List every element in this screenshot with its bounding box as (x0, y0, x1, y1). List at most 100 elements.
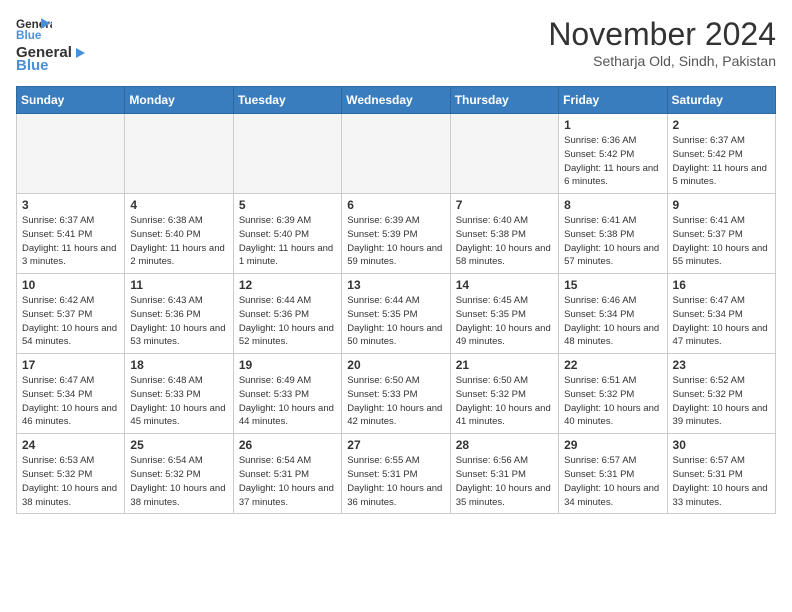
calendar-day-cell: 3 Sunrise: 6:37 AM Sunset: 5:41 PM Daylig… (17, 194, 125, 274)
day-number: 29 (564, 438, 661, 452)
day-info: Sunrise: 6:40 AM Sunset: 5:38 PM Dayligh… (456, 214, 553, 269)
day-info: Sunrise: 6:54 AM Sunset: 5:32 PM Dayligh… (130, 454, 227, 509)
day-number: 13 (347, 278, 444, 292)
calendar-day-cell: 6 Sunrise: 6:39 AM Sunset: 5:39 PM Daylig… (342, 194, 450, 274)
day-info: Sunrise: 6:57 AM Sunset: 5:31 PM Dayligh… (673, 454, 770, 509)
day-info: Sunrise: 6:53 AM Sunset: 5:32 PM Dayligh… (22, 454, 119, 509)
calendar-day-cell: 20 Sunrise: 6:50 AM Sunset: 5:33 PM Dayli… (342, 354, 450, 434)
day-number: 10 (22, 278, 119, 292)
weekday-header-row: SundayMondayTuesdayWednesdayThursdayFrid… (17, 87, 776, 114)
calendar-day-cell: 30Sunrise: 6:57 AM Sunset: 5:31 PM Dayli… (667, 434, 775, 514)
day-info: Sunrise: 6:38 AM Sunset: 5:40 PM Dayligh… (130, 214, 227, 269)
day-info: Sunrise: 6:51 AM Sunset: 5:32 PM Dayligh… (564, 374, 661, 429)
calendar-day-cell: 2 Sunrise: 6:37 AM Sunset: 5:42 PM Daylig… (667, 114, 775, 194)
weekday-header-sunday: Sunday (17, 87, 125, 114)
calendar-day-cell: 21 Sunrise: 6:50 AM Sunset: 5:32 PM Dayli… (450, 354, 558, 434)
day-info: Sunrise: 6:52 AM Sunset: 5:32 PM Dayligh… (673, 374, 770, 429)
calendar-day-cell: 5 Sunrise: 6:39 AM Sunset: 5:40 PM Daylig… (233, 194, 341, 274)
day-info: Sunrise: 6:56 AM Sunset: 5:31 PM Dayligh… (456, 454, 553, 509)
calendar-day-cell: 11Sunrise: 6:43 AM Sunset: 5:36 PM Dayli… (125, 274, 233, 354)
weekday-header-wednesday: Wednesday (342, 87, 450, 114)
day-number: 19 (239, 358, 336, 372)
day-number: 16 (673, 278, 770, 292)
day-number: 6 (347, 198, 444, 212)
calendar-week-row: 24 Sunrise: 6:53 AM Sunset: 5:32 PM Dayli… (17, 434, 776, 514)
calendar-week-row: 10 Sunrise: 6:42 AM Sunset: 5:37 PM Dayli… (17, 274, 776, 354)
calendar-day-cell: 18 Sunrise: 6:48 AM Sunset: 5:33 PM Dayli… (125, 354, 233, 434)
calendar-week-row: 1 Sunrise: 6:36 AM Sunset: 5:42 PM Daylig… (17, 114, 776, 194)
calendar-day-cell: 28 Sunrise: 6:56 AM Sunset: 5:31 PM Dayli… (450, 434, 558, 514)
weekday-header-friday: Friday (559, 87, 667, 114)
day-number: 14 (456, 278, 553, 292)
day-number: 15 (564, 278, 661, 292)
day-number: 3 (22, 198, 119, 212)
day-info: Sunrise: 6:37 AM Sunset: 5:41 PM Dayligh… (22, 214, 119, 269)
logo-arrow-icon (73, 46, 87, 60)
day-number: 21 (456, 358, 553, 372)
day-info: Sunrise: 6:42 AM Sunset: 5:37 PM Dayligh… (22, 294, 119, 349)
day-number: 26 (239, 438, 336, 452)
calendar-day-cell (233, 114, 341, 194)
day-number: 24 (22, 438, 119, 452)
calendar-day-cell: 17Sunrise: 6:47 AM Sunset: 5:34 PM Dayli… (17, 354, 125, 434)
weekday-header-monday: Monday (125, 87, 233, 114)
calendar-day-cell: 13 Sunrise: 6:44 AM Sunset: 5:35 PM Dayli… (342, 274, 450, 354)
day-number: 22 (564, 358, 661, 372)
day-info: Sunrise: 6:37 AM Sunset: 5:42 PM Dayligh… (673, 134, 770, 189)
day-number: 17 (22, 358, 119, 372)
calendar-day-cell: 19 Sunrise: 6:49 AM Sunset: 5:33 PM Dayli… (233, 354, 341, 434)
calendar-day-cell: 23Sunrise: 6:52 AM Sunset: 5:32 PM Dayli… (667, 354, 775, 434)
weekday-header-thursday: Thursday (450, 87, 558, 114)
day-number: 25 (130, 438, 227, 452)
day-info: Sunrise: 6:36 AM Sunset: 5:42 PM Dayligh… (564, 134, 661, 189)
day-number: 18 (130, 358, 227, 372)
day-info: Sunrise: 6:50 AM Sunset: 5:32 PM Dayligh… (456, 374, 553, 429)
calendar-day-cell (125, 114, 233, 194)
logo-blue-text: Blue (16, 57, 49, 74)
day-number: 9 (673, 198, 770, 212)
day-number: 27 (347, 438, 444, 452)
day-info: Sunrise: 6:47 AM Sunset: 5:34 PM Dayligh… (673, 294, 770, 349)
day-number: 8 (564, 198, 661, 212)
calendar-day-cell: 22 Sunrise: 6:51 AM Sunset: 5:32 PM Dayli… (559, 354, 667, 434)
calendar-day-cell: 8 Sunrise: 6:41 AM Sunset: 5:38 PM Daylig… (559, 194, 667, 274)
day-info: Sunrise: 6:54 AM Sunset: 5:31 PM Dayligh… (239, 454, 336, 509)
day-info: Sunrise: 6:57 AM Sunset: 5:31 PM Dayligh… (564, 454, 661, 509)
day-info: Sunrise: 6:45 AM Sunset: 5:35 PM Dayligh… (456, 294, 553, 349)
day-info: Sunrise: 6:49 AM Sunset: 5:33 PM Dayligh… (239, 374, 336, 429)
calendar-day-cell: 9Sunrise: 6:41 AM Sunset: 5:37 PM Daylig… (667, 194, 775, 274)
calendar-subtitle: Setharja Old, Sindh, Pakistan (548, 53, 776, 69)
logo: General Blue General Blue (16, 16, 88, 74)
logo-icon: General Blue (16, 16, 52, 40)
calendar-day-cell: 12Sunrise: 6:44 AM Sunset: 5:36 PM Dayli… (233, 274, 341, 354)
calendar-day-cell: 25 Sunrise: 6:54 AM Sunset: 5:32 PM Dayli… (125, 434, 233, 514)
day-info: Sunrise: 6:39 AM Sunset: 5:39 PM Dayligh… (347, 214, 444, 269)
day-number: 2 (673, 118, 770, 132)
day-number: 20 (347, 358, 444, 372)
calendar-title: November 2024 (548, 16, 776, 53)
calendar-day-cell: 27 Sunrise: 6:55 AM Sunset: 5:31 PM Dayli… (342, 434, 450, 514)
day-number: 5 (239, 198, 336, 212)
calendar-day-cell: 24 Sunrise: 6:53 AM Sunset: 5:32 PM Dayli… (17, 434, 125, 514)
calendar-week-row: 3 Sunrise: 6:37 AM Sunset: 5:41 PM Daylig… (17, 194, 776, 274)
calendar-day-cell: 4Sunrise: 6:38 AM Sunset: 5:40 PM Daylig… (125, 194, 233, 274)
calendar-week-row: 17Sunrise: 6:47 AM Sunset: 5:34 PM Dayli… (17, 354, 776, 434)
day-info: Sunrise: 6:48 AM Sunset: 5:33 PM Dayligh… (130, 374, 227, 429)
day-info: Sunrise: 6:44 AM Sunset: 5:35 PM Dayligh… (347, 294, 444, 349)
day-number: 1 (564, 118, 661, 132)
day-info: Sunrise: 6:44 AM Sunset: 5:36 PM Dayligh… (239, 294, 336, 349)
day-number: 11 (130, 278, 227, 292)
calendar-day-cell: 7 Sunrise: 6:40 AM Sunset: 5:38 PM Daylig… (450, 194, 558, 274)
day-info: Sunrise: 6:50 AM Sunset: 5:33 PM Dayligh… (347, 374, 444, 429)
calendar-table: SundayMondayTuesdayWednesdayThursdayFrid… (16, 86, 776, 514)
calendar-day-cell (17, 114, 125, 194)
day-number: 7 (456, 198, 553, 212)
day-number: 28 (456, 438, 553, 452)
title-block: November 2024 Setharja Old, Sindh, Pakis… (548, 16, 776, 69)
calendar-day-cell (450, 114, 558, 194)
day-info: Sunrise: 6:41 AM Sunset: 5:38 PM Dayligh… (564, 214, 661, 269)
weekday-header-saturday: Saturday (667, 87, 775, 114)
day-info: Sunrise: 6:55 AM Sunset: 5:31 PM Dayligh… (347, 454, 444, 509)
calendar-day-cell: 26 Sunrise: 6:54 AM Sunset: 5:31 PM Dayli… (233, 434, 341, 514)
day-info: Sunrise: 6:39 AM Sunset: 5:40 PM Dayligh… (239, 214, 336, 269)
